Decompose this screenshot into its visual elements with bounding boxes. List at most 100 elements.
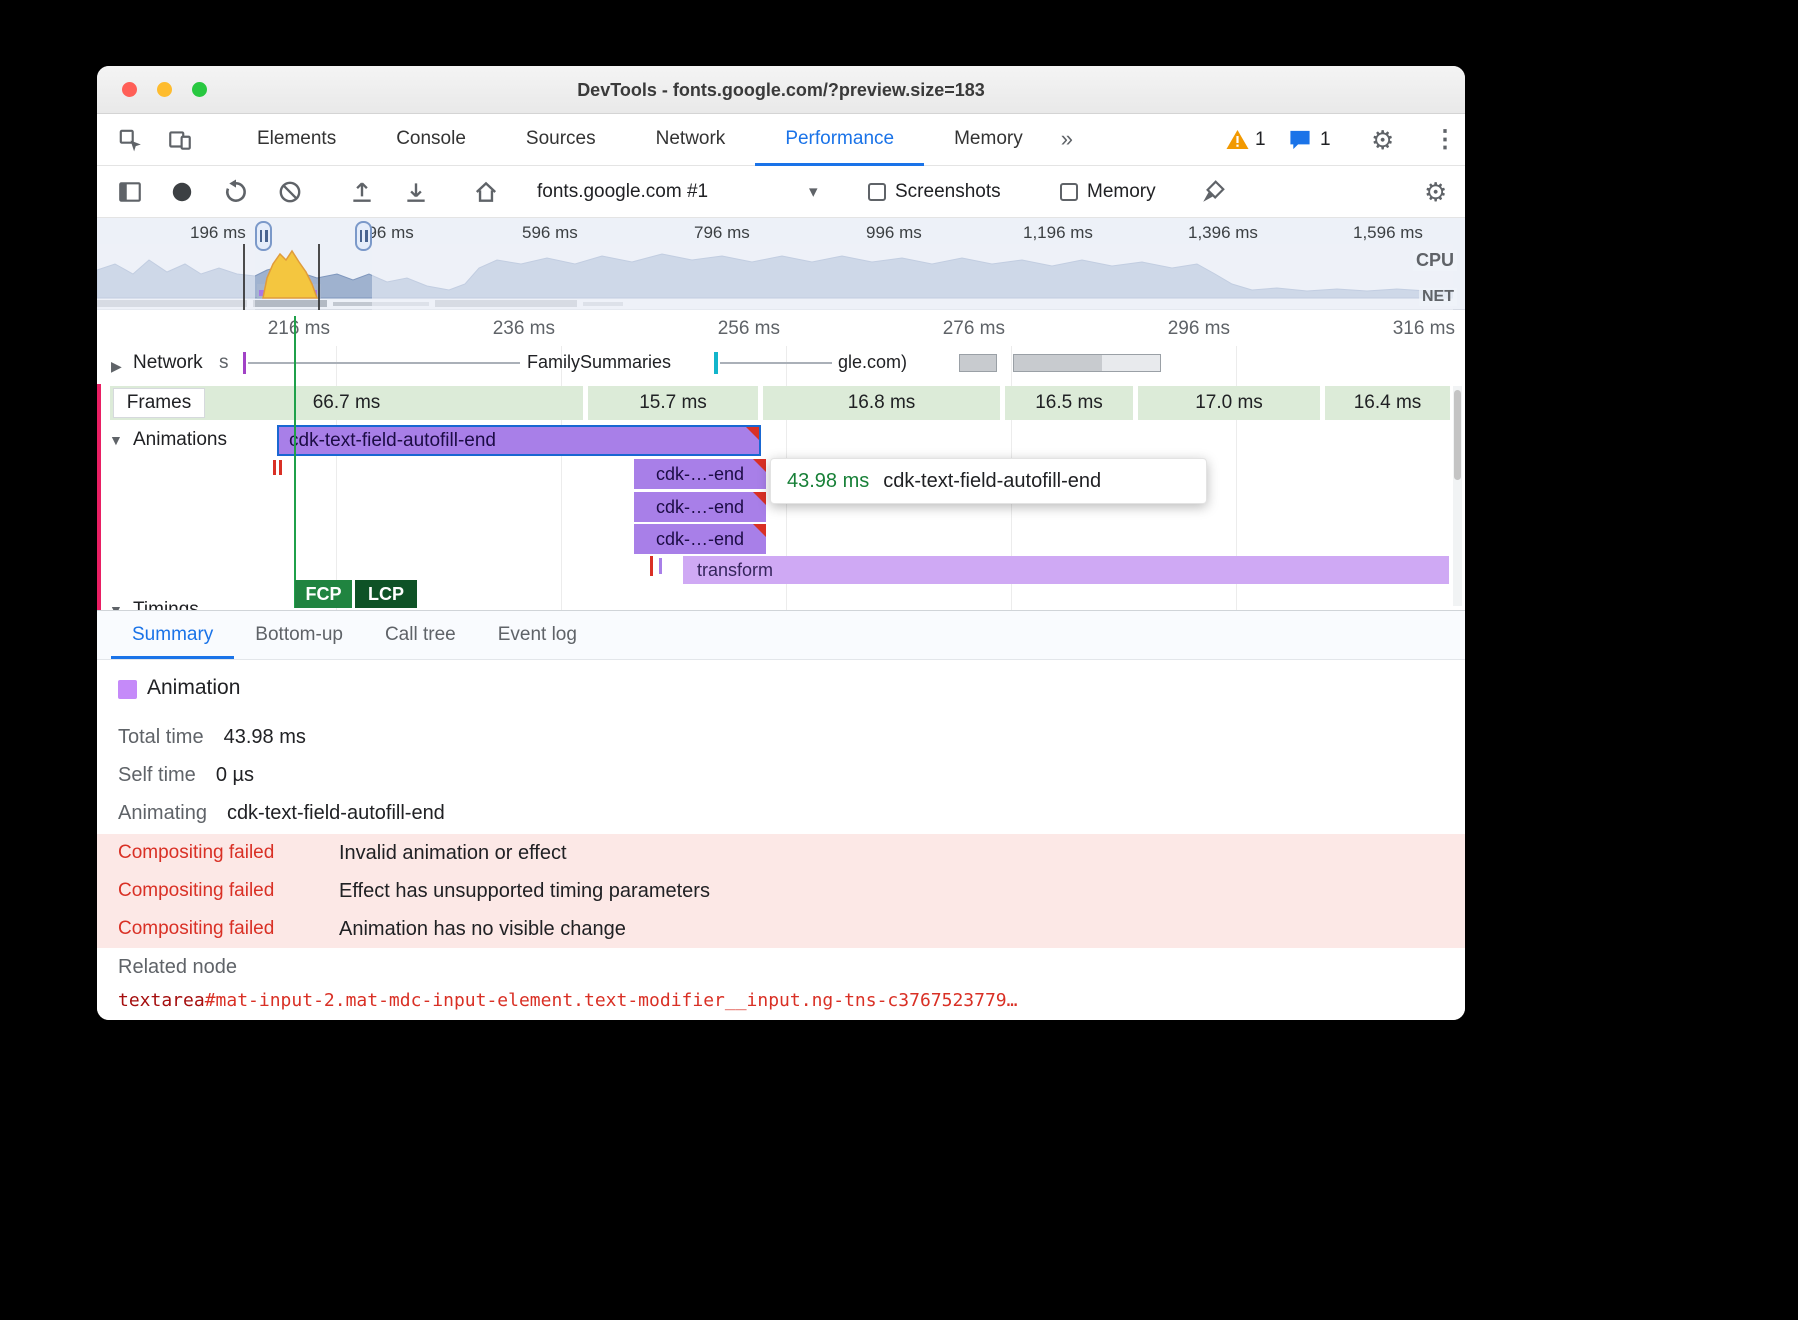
animation-event[interactable]: cdk-…-end xyxy=(634,459,766,489)
animation-event-label: cdk-…-end xyxy=(656,497,744,517)
summary-pane: Animation Total time43.98 ms Self time0 … xyxy=(97,660,1465,1020)
timings-track-label[interactable]: Timings xyxy=(133,599,199,610)
frame-segment[interactable]: 17.0 ms xyxy=(1138,386,1320,420)
legend-label: Animation xyxy=(147,676,240,700)
download-profile-icon[interactable] xyxy=(403,179,429,205)
tab-console[interactable]: Console xyxy=(366,114,496,166)
frame-duration: 16.4 ms xyxy=(1354,392,1422,414)
timings-expander-icon[interactable]: ▼ xyxy=(109,602,123,610)
tooltip-duration: 43.98 ms xyxy=(787,470,869,493)
selection-left-handle[interactable] xyxy=(255,221,272,251)
frame-segment[interactable]: 16.5 ms xyxy=(1005,386,1133,420)
animations-expander-icon[interactable]: ▼ xyxy=(109,432,123,448)
related-node-link[interactable]: textarea#mat-input-2.mat-mdc-input-eleme… xyxy=(118,990,1017,1011)
close-window-button[interactable] xyxy=(122,82,137,97)
toggle-sidebar-icon[interactable] xyxy=(117,179,143,205)
compositing-failed-reason: Effect has unsupported timing parameters xyxy=(339,880,710,903)
tab-event-log[interactable]: Event log xyxy=(477,611,598,659)
tab-sources[interactable]: Sources xyxy=(496,114,626,166)
tab-summary[interactable]: Summary xyxy=(111,611,234,659)
issues-icon[interactable] xyxy=(1288,129,1312,152)
fcp-badge[interactable]: FCP xyxy=(295,580,352,608)
total-time-label: Total time xyxy=(118,726,204,748)
frame-duration: 15.7 ms xyxy=(639,392,707,414)
ruler-tick: 316 ms xyxy=(1375,318,1455,340)
animation-event[interactable]: cdk-…-end xyxy=(634,492,766,522)
clear-recording-icon[interactable] xyxy=(277,179,303,205)
memory-checkbox[interactable] xyxy=(1060,183,1078,201)
devtools-window: DevTools - fonts.google.com/?preview.siz… xyxy=(97,66,1465,1020)
tooltip-name: cdk-text-field-autofill-end xyxy=(883,470,1101,493)
network-request-tick[interactable] xyxy=(714,352,718,374)
network-request-line[interactable] xyxy=(720,362,832,364)
screenshots-checkbox[interactable] xyxy=(868,183,886,201)
animations-track-label[interactable]: Animations xyxy=(133,429,227,451)
self-time-value: 0 µs xyxy=(216,764,254,786)
upload-profile-icon[interactable] xyxy=(349,179,375,205)
capture-settings-gear-icon[interactable]: ⚙ xyxy=(1424,166,1447,218)
network-expander-icon[interactable]: ▶ xyxy=(111,358,122,375)
lcp-badge[interactable]: LCP xyxy=(355,580,417,608)
frame-segment[interactable]: 16.4 ms xyxy=(1325,386,1450,420)
ruler-tick: 236 ms xyxy=(475,318,555,340)
window-title: DevTools - fonts.google.com/?preview.siz… xyxy=(97,66,1465,114)
minimize-window-button[interactable] xyxy=(157,82,172,97)
scrollbar-thumb[interactable] xyxy=(1454,390,1461,480)
tab-memory[interactable]: Memory xyxy=(924,114,1053,166)
device-toolbar-icon[interactable] xyxy=(167,127,193,153)
compositing-failed-reason: Animation has no visible change xyxy=(339,918,626,941)
animation-event-label: cdk-…-end xyxy=(656,529,744,549)
animation-tooltip: 43.98 ms cdk-text-field-autofill-end xyxy=(770,458,1207,504)
network-request-familysummaries[interactable]: FamilySummaries xyxy=(527,352,671,373)
self-time-row: Self time 0 µs xyxy=(118,764,254,787)
tab-performance[interactable]: Performance xyxy=(755,114,924,166)
home-icon[interactable] xyxy=(473,179,499,205)
tab-elements[interactable]: Elements xyxy=(227,114,366,166)
timeline-overview[interactable]: 196 ms 396 ms 596 ms 796 ms 996 ms 1,196… xyxy=(97,218,1465,310)
target-selector[interactable]: fonts.google.com #1 xyxy=(537,166,708,218)
reload-record-button[interactable] xyxy=(223,179,249,205)
network-request-google[interactable]: gle.com) xyxy=(838,352,907,373)
garbage-collect-icon[interactable] xyxy=(1200,179,1226,205)
record-button[interactable] xyxy=(169,179,195,205)
network-partial-text: s xyxy=(219,352,229,374)
warning-count: 1 xyxy=(1255,114,1266,166)
selection-right-handle[interactable] xyxy=(355,221,372,251)
cpu-track-label: CPU xyxy=(1413,250,1457,271)
frame-duration: 66.7 ms xyxy=(313,392,381,414)
vertical-scrollbar[interactable] xyxy=(1453,386,1462,606)
kebab-menu-icon[interactable]: ⋮ xyxy=(1433,114,1457,166)
compositing-failed-corner-icon xyxy=(746,427,759,440)
compositing-failed-label: Compositing failed xyxy=(118,880,318,902)
warning-icon[interactable] xyxy=(1225,128,1250,152)
frame-segment[interactable]: 15.7 ms xyxy=(588,386,758,420)
network-request-bar[interactable] xyxy=(959,354,997,372)
tab-call-tree[interactable]: Call tree xyxy=(364,611,477,659)
overview-time-label: 596 ms xyxy=(522,223,578,243)
self-time-label: Self time xyxy=(118,764,196,786)
settings-gear-icon[interactable]: ⚙ xyxy=(1371,114,1394,166)
flame-chart[interactable]: 216 ms 236 ms 256 ms 276 ms 296 ms 316 m… xyxy=(97,310,1465,610)
tab-bottom-up[interactable]: Bottom-up xyxy=(234,611,364,659)
devtools-tabbar: Elements Console Sources Network Perform… xyxy=(97,114,1465,166)
screenshots-label[interactable]: Screenshots xyxy=(895,166,1001,218)
frame-duration: 17.0 ms xyxy=(1195,392,1263,414)
lcp-label: LCP xyxy=(368,584,404,605)
more-tabs-icon[interactable]: » xyxy=(1053,114,1081,166)
frames-track-label[interactable]: Frames xyxy=(113,388,205,418)
chevron-down-icon[interactable]: ▾ xyxy=(809,166,818,218)
memory-label[interactable]: Memory xyxy=(1087,166,1156,218)
animation-event-selected[interactable]: cdk-text-field-autofill-end xyxy=(277,425,761,456)
network-request-bar[interactable] xyxy=(1013,354,1161,372)
network-track-label[interactable]: Network xyxy=(133,352,203,374)
panel-tabs: Elements Console Sources Network Perform… xyxy=(227,114,1081,166)
inspect-element-icon[interactable] xyxy=(117,127,143,153)
zoom-window-button[interactable] xyxy=(192,82,207,97)
frame-segment[interactable]: 16.8 ms xyxy=(763,386,1000,420)
ruler-tick: 216 ms xyxy=(250,318,330,340)
transform-animation-bar[interactable]: transform xyxy=(683,556,1449,584)
tab-network[interactable]: Network xyxy=(626,114,756,166)
network-request-line[interactable] xyxy=(248,362,520,364)
animation-event[interactable]: cdk-…-end xyxy=(634,524,766,554)
network-request-tick[interactable] xyxy=(243,352,246,374)
